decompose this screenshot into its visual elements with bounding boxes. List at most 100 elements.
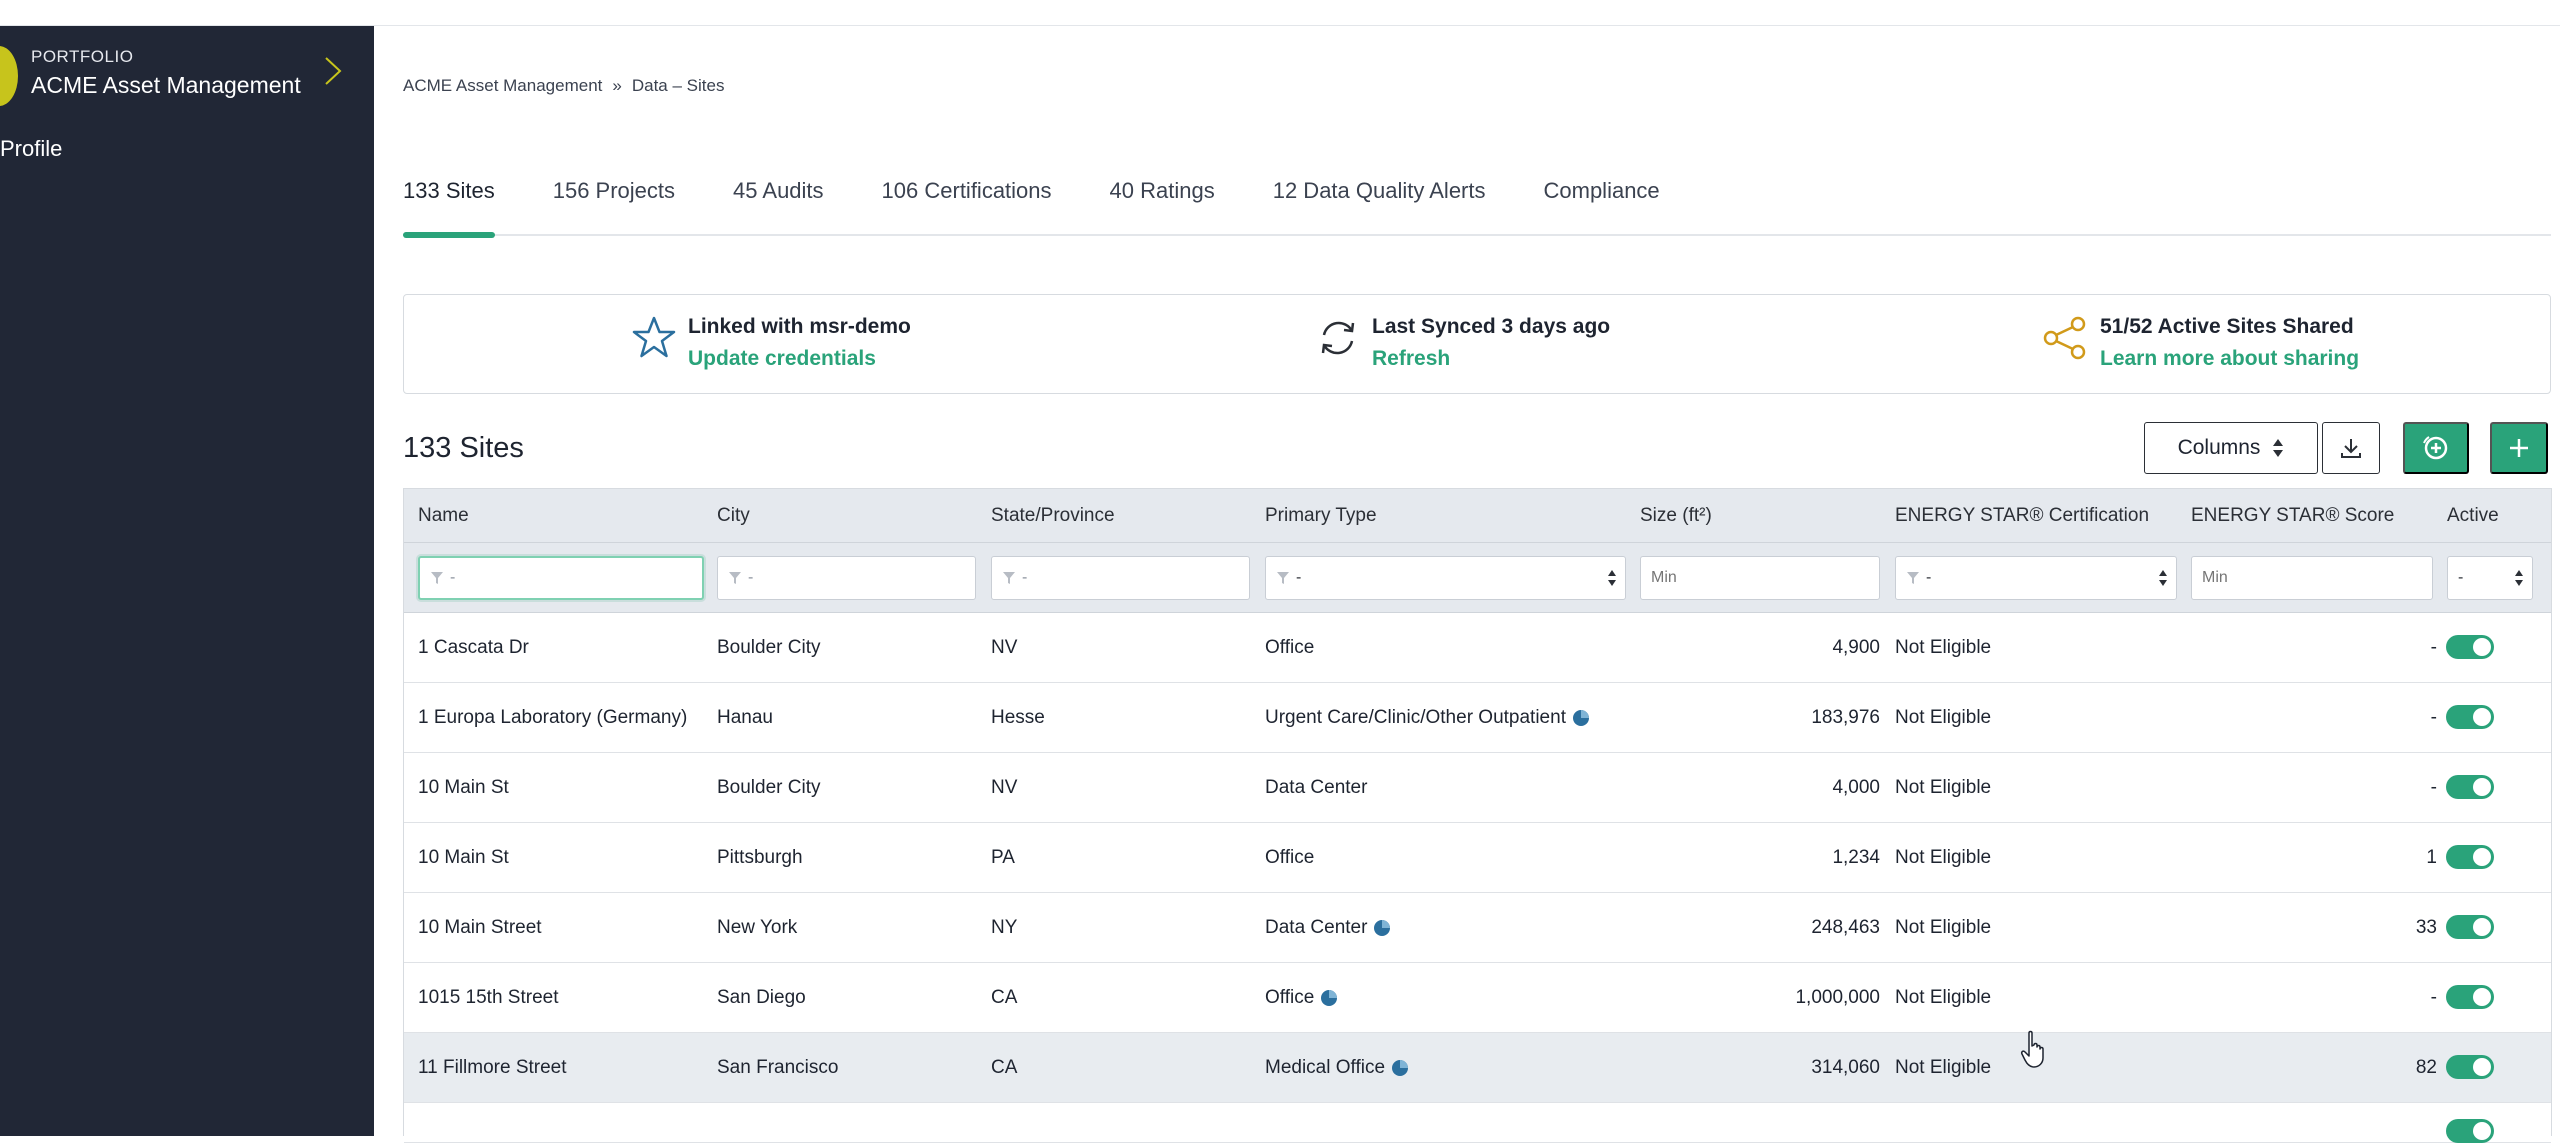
tab-ratings[interactable]: 40 Ratings bbox=[1110, 174, 1215, 236]
cell-state: Hesse bbox=[991, 707, 1045, 728]
primary-type-filter-value: - bbox=[1296, 569, 1302, 586]
active-toggle[interactable] bbox=[2446, 915, 2494, 939]
portfolio-name[interactable]: ACME Asset Management bbox=[31, 72, 301, 99]
table-row[interactable]: 1015 15th Street San Diego CA Office 1,0… bbox=[404, 963, 2551, 1033]
state-filter[interactable]: - bbox=[991, 556, 1250, 600]
active-toggle[interactable] bbox=[2446, 1119, 2494, 1143]
certification-filter-value: - bbox=[1926, 569, 1932, 586]
pie-chart-icon[interactable] bbox=[1320, 989, 1338, 1007]
active-toggle[interactable] bbox=[2446, 705, 2494, 729]
hand-cursor-icon bbox=[2021, 1030, 2044, 1068]
breadcrumb-separator: » bbox=[612, 76, 622, 95]
cell-city: New York bbox=[717, 917, 798, 938]
header-size[interactable]: Size (ft²) bbox=[1640, 505, 1712, 527]
table-row[interactable]: 10 Main Street New York NY Data Center 2… bbox=[404, 893, 2551, 963]
learn-more-sharing-link[interactable]: Learn more about sharing bbox=[2100, 347, 2359, 371]
tab-bar: 133 Sites 156 Projects 45 Audits 106 Cer… bbox=[403, 174, 2551, 238]
size-min-input[interactable] bbox=[1640, 556, 1880, 600]
cell-city: San Diego bbox=[717, 987, 806, 1008]
cell-name[interactable]: 11 Fillmore Street bbox=[418, 1057, 567, 1079]
download-icon bbox=[2341, 439, 2361, 458]
cell-certification: Not Eligible bbox=[1895, 1057, 1992, 1078]
header-primary-type[interactable]: Primary Type bbox=[1265, 505, 1377, 527]
tab-certifications[interactable]: 106 Certifications bbox=[882, 174, 1052, 236]
table-row[interactable]: 1 Europa Laboratory (Germany) Hanau Hess… bbox=[404, 683, 2551, 753]
cell-primary-type: Medical Office bbox=[1265, 1057, 1409, 1079]
score-min-input[interactable] bbox=[2191, 556, 2433, 600]
sidebar-item-profile[interactable]: Profile bbox=[0, 136, 62, 162]
cell-state: CA bbox=[991, 1057, 1018, 1078]
sort-caret-icon bbox=[2273, 439, 2284, 457]
cell-size: 314,060 bbox=[1811, 1057, 1880, 1078]
columns-button[interactable]: Columns bbox=[2144, 422, 2318, 474]
table-row[interactable]: 10 Main St Boulder City NV Data Center 4… bbox=[404, 753, 2551, 823]
primary-type-text: Office bbox=[1265, 847, 1315, 868]
header-city[interactable]: City bbox=[717, 505, 750, 527]
select-caret-icon bbox=[2515, 570, 2523, 586]
table-row[interactable]: 11 Fillmore Street San Francisco CA Medi… bbox=[404, 1033, 2551, 1103]
cell-name[interactable]: 10 Main Street bbox=[418, 917, 542, 939]
cell-name[interactable]: 1015 15th Street bbox=[418, 987, 559, 1009]
cell-city: Boulder City bbox=[717, 637, 821, 658]
cell-name[interactable]: 10 Main St bbox=[418, 777, 509, 799]
cell-state: PA bbox=[991, 847, 1015, 868]
active-toggle[interactable] bbox=[2446, 845, 2494, 869]
pie-chart-icon[interactable] bbox=[1391, 1059, 1409, 1077]
header-energy-star-certification[interactable]: ENERGY STAR® Certification bbox=[1895, 505, 2149, 527]
primary-type-text: Medical Office bbox=[1265, 1057, 1386, 1078]
portfolio-avatar[interactable] bbox=[0, 46, 18, 106]
certification-filter[interactable]: - bbox=[1895, 556, 2177, 600]
tab-data-quality-alerts[interactable]: 12 Data Quality Alerts bbox=[1273, 174, 1486, 236]
sync-info: Last Synced 3 days ago Refresh bbox=[1316, 315, 1610, 371]
header-name[interactable]: Name bbox=[418, 505, 469, 527]
cell-name[interactable]: 1 Cascata Dr bbox=[418, 637, 529, 659]
active-toggle[interactable] bbox=[2446, 1055, 2494, 1079]
share-title: 51/52 Active Sites Shared bbox=[2100, 315, 2354, 338]
pie-chart-icon[interactable] bbox=[1572, 709, 1590, 727]
header-state[interactable]: State/Province bbox=[991, 505, 1115, 527]
refresh-link[interactable]: Refresh bbox=[1372, 347, 1610, 371]
cell-certification: Not Eligible bbox=[1895, 637, 1992, 658]
primary-type-filter[interactable]: - bbox=[1265, 556, 1626, 600]
tab-audits[interactable]: 45 Audits bbox=[733, 174, 824, 236]
cell-name[interactable]: 1 Europa Laboratory (Germany) bbox=[418, 707, 687, 729]
update-credentials-link[interactable]: Update credentials bbox=[688, 347, 911, 371]
active-filter[interactable]: - bbox=[2447, 556, 2533, 600]
tab-projects[interactable]: 156 Projects bbox=[553, 174, 675, 236]
select-caret-icon bbox=[1608, 570, 1616, 586]
download-button[interactable] bbox=[2322, 422, 2380, 474]
columns-label: Columns bbox=[2177, 436, 2261, 459]
name-filter[interactable]: - bbox=[418, 556, 704, 600]
breadcrumb-root[interactable]: ACME Asset Management bbox=[403, 76, 602, 96]
pie-chart-icon[interactable] bbox=[1373, 919, 1391, 937]
table-row[interactable]: 1 Cascata Dr Boulder City NV Office 4,90… bbox=[404, 613, 2551, 683]
active-toggle[interactable] bbox=[2446, 775, 2494, 799]
plus-icon bbox=[2510, 439, 2528, 457]
cell-city: Hanau bbox=[717, 707, 773, 728]
table-row-partial[interactable] bbox=[404, 1103, 2551, 1143]
active-toggle[interactable] bbox=[2446, 635, 2494, 659]
add-pie-button[interactable] bbox=[2403, 422, 2469, 474]
cell-city: Boulder City bbox=[717, 777, 821, 798]
cell-certification: Not Eligible bbox=[1895, 917, 1992, 938]
sync-title: Last Synced 3 days ago bbox=[1372, 315, 1611, 338]
cell-primary-type: Urgent Care/Clinic/Other Outpatient bbox=[1265, 707, 1590, 729]
primary-type-text: Office bbox=[1265, 637, 1315, 658]
linked-title: Linked with msr-demo bbox=[688, 315, 911, 338]
star-icon bbox=[632, 316, 676, 358]
filter-icon bbox=[729, 572, 741, 584]
add-site-button[interactable] bbox=[2490, 422, 2548, 474]
header-energy-star-score[interactable]: ENERGY STAR® Score bbox=[2191, 505, 2394, 527]
cell-primary-type: Data Center bbox=[1265, 777, 1367, 799]
active-toggle[interactable] bbox=[2446, 985, 2494, 1009]
cell-score: - bbox=[2430, 707, 2437, 728]
table-row[interactable]: 10 Main St Pittsburgh PA Office 1,234 No… bbox=[404, 823, 2551, 893]
chevron-right-icon[interactable] bbox=[322, 54, 344, 88]
sidebar: PORTFOLIO ACME Asset Management Profile bbox=[0, 26, 374, 1136]
city-filter[interactable]: - bbox=[717, 556, 976, 600]
tab-sites[interactable]: 133 Sites bbox=[403, 174, 495, 238]
cell-name[interactable]: 10 Main St bbox=[418, 847, 509, 869]
header-active[interactable]: Active bbox=[2447, 505, 2499, 527]
cell-city: Pittsburgh bbox=[717, 847, 803, 868]
tab-compliance[interactable]: Compliance bbox=[1544, 174, 1660, 236]
